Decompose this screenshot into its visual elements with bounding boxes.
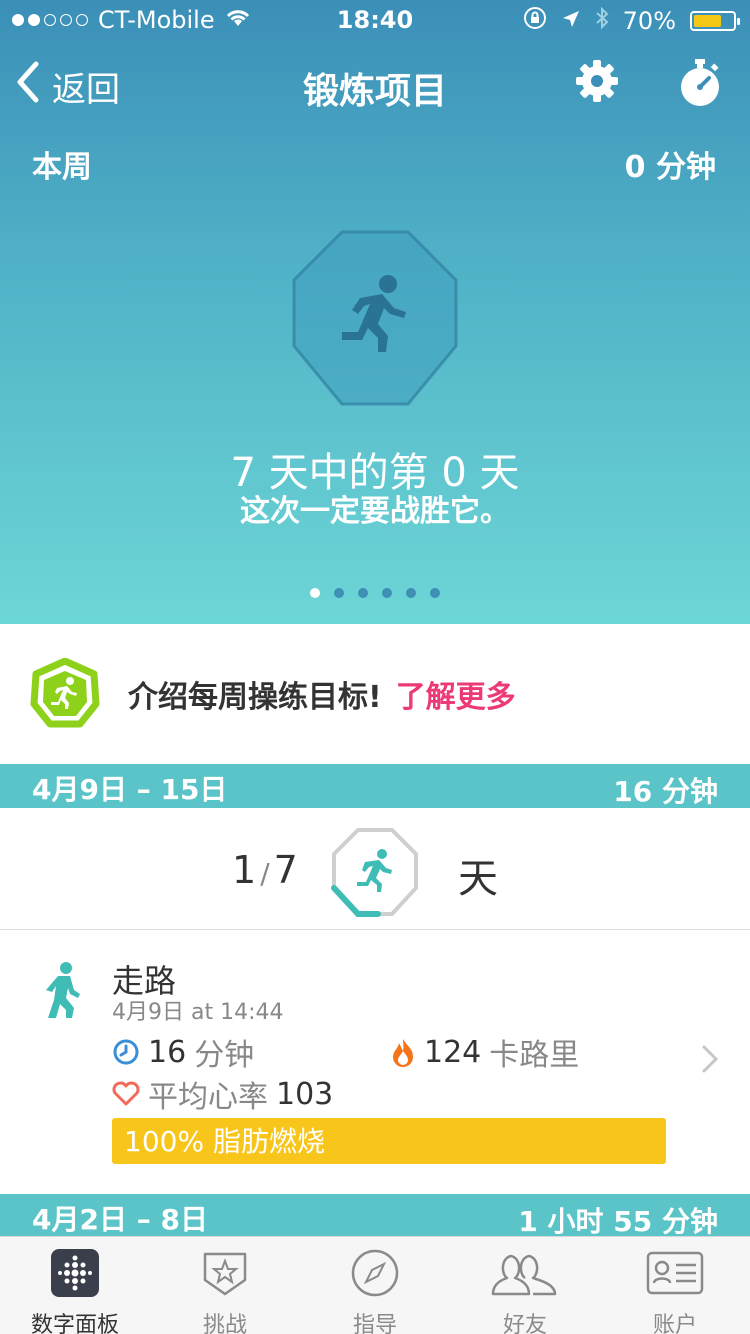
challenge-star-icon — [203, 1252, 247, 1296]
week-goal-summary: 1/7 天 — [0, 808, 750, 930]
week-total: 1 小时 55 分钟 — [518, 1205, 718, 1238]
location-icon — [561, 7, 581, 35]
promo-text: 介绍每周操练目标! — [128, 680, 382, 715]
bluetooth-icon — [595, 6, 609, 36]
nav-bar: 返回 锻炼项目 — [0, 50, 750, 120]
duration-stat: 16 分钟 — [112, 1030, 254, 1074]
rotation-lock-icon — [523, 6, 547, 36]
tab-friends[interactable]: 好友 — [450, 1245, 600, 1334]
days-fraction: 1/7 — [232, 848, 298, 892]
hero-panel[interactable]: CT-Mobile 18:40 70% 返回 锻炼项目 本周 0 分钟 7 天中… — [0, 0, 750, 624]
days-unit: 天 — [458, 856, 498, 902]
battery-percent: 70% — [622, 7, 676, 35]
week-section-header: 4月2日 – 8日 1 小时 55 分钟 — [0, 1194, 750, 1238]
settings-button[interactable] — [574, 58, 620, 108]
weekly-goal-badge — [290, 228, 460, 412]
runner-badge-icon — [292, 230, 458, 406]
compass-icon — [351, 1249, 399, 1297]
calories-stat: 124 卡路里 — [390, 1030, 579, 1074]
tab-account[interactable]: 账户 — [600, 1245, 750, 1334]
week-label: 本周 — [32, 150, 92, 185]
heart-rate-label: 平均心率 — [148, 1080, 268, 1115]
status-bar: CT-Mobile 18:40 70% — [0, 0, 750, 40]
walking-icon — [46, 962, 80, 1018]
calories-unit: 卡路里 — [489, 1038, 580, 1073]
motivation-text: 这次一定要战胜它。 — [240, 494, 510, 529]
fat-burn-bar: 100% 脂肪燃烧 — [112, 1118, 666, 1164]
weekly-goal-promo[interactable]: 介绍每周操练目标! 了解更多 — [0, 624, 750, 764]
calories-value: 124 — [424, 1034, 482, 1070]
page-dot[interactable] — [430, 588, 440, 598]
flame-icon — [393, 1039, 413, 1067]
week-minutes: 0 分钟 — [624, 150, 716, 185]
duration-value: 16 — [148, 1034, 187, 1070]
page-dot[interactable] — [406, 588, 416, 598]
heart-icon — [112, 1081, 140, 1106]
page-dot[interactable] — [382, 588, 392, 598]
friends-icon — [491, 1254, 557, 1296]
page-indicator[interactable] — [0, 588, 750, 598]
tab-dashboard[interactable]: 数字面板 — [0, 1245, 150, 1334]
week-range: 4月9日 – 15日 — [32, 773, 228, 806]
duration-unit: 分钟 — [194, 1038, 255, 1073]
gear-icon — [576, 60, 618, 102]
chevron-right-icon[interactable] — [700, 1044, 720, 1074]
heart-rate-stat: 平均心率 103 — [112, 1072, 333, 1116]
page-dot[interactable] — [358, 588, 368, 598]
tab-label: 指导 — [352, 1313, 397, 1334]
account-card-icon — [646, 1251, 704, 1295]
page-title: 锻炼项目 — [302, 71, 447, 112]
tab-label: 好友 — [502, 1313, 547, 1334]
tab-label: 数字面板 — [30, 1313, 119, 1334]
heart-rate-value: 103 — [276, 1076, 334, 1112]
exercise-page: CT-Mobile 18:40 70% 返回 锻炼项目 本周 0 分钟 7 天中… — [0, 0, 750, 1334]
tab-guidance[interactable]: 指导 — [300, 1245, 450, 1334]
page-dot[interactable] — [310, 588, 320, 598]
learn-more-link[interactable]: 了解更多 — [396, 680, 516, 715]
clock-icon — [113, 1039, 139, 1065]
stopwatch-button[interactable] — [676, 58, 724, 112]
weekly-goal-badge-icon — [30, 658, 100, 728]
tab-label: 账户 — [652, 1313, 697, 1334]
stopwatch-icon — [681, 59, 719, 106]
activity-item-walk[interactable]: 走路 4月9日 at 14:44 16 分钟 124 卡路里 平均心率 103 … — [0, 930, 750, 1194]
week-section-header: 4月9日 – 15日 16 分钟 — [0, 764, 750, 808]
tab-label: 挑战 — [202, 1313, 247, 1334]
tab-bar: 数字面板 挑战 指导 好友 账户 — [0, 1236, 750, 1334]
goal-progress-badge-icon — [331, 828, 418, 917]
week-range: 4月2日 – 8日 — [32, 1203, 208, 1236]
activity-date: 4月9日 at 14:44 — [112, 1000, 284, 1025]
page-dot[interactable] — [334, 588, 344, 598]
battery-icon — [690, 11, 740, 31]
days-goal: 7 — [273, 848, 298, 892]
week-total: 16 分钟 — [613, 775, 718, 808]
tab-challenges[interactable]: 挑战 — [150, 1245, 300, 1334]
days-done: 1 — [232, 848, 257, 892]
dashboard-icon — [51, 1249, 99, 1297]
